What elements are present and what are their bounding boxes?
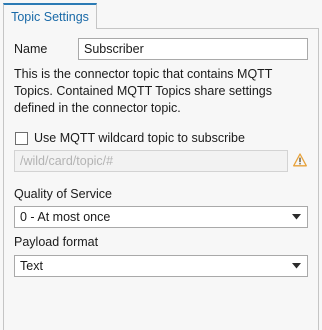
qos-label: Quality of Service — [14, 187, 112, 201]
wildcard-topic-input[interactable]: /wild/card/topic/# — [14, 150, 288, 172]
payload-format-label: Payload format — [14, 235, 99, 249]
wildcard-checkbox[interactable] — [15, 132, 28, 145]
name-input-value: Subscriber — [84, 42, 144, 56]
qos-dropdown[interactable]: 0 - At most once — [14, 206, 308, 228]
wildcard-checkbox-label[interactable]: Use MQTT wildcard topic to subscribe — [34, 131, 245, 145]
warning-icon — [293, 153, 307, 167]
tab-topic-settings[interactable]: Topic Settings — [3, 3, 97, 29]
topic-description: This is the connector topic that contain… — [14, 67, 273, 115]
payload-selected-value: Text — [20, 259, 43, 273]
name-input[interactable]: Subscriber — [78, 38, 308, 60]
chevron-down-icon — [292, 214, 301, 220]
chevron-down-icon — [292, 263, 301, 269]
payload-format-dropdown[interactable]: Text — [14, 255, 308, 277]
name-label: Name — [14, 42, 48, 56]
qos-selected-value: 0 - At most once — [20, 210, 111, 224]
wildcard-topic-placeholder: /wild/card/topic/# — [20, 154, 114, 168]
